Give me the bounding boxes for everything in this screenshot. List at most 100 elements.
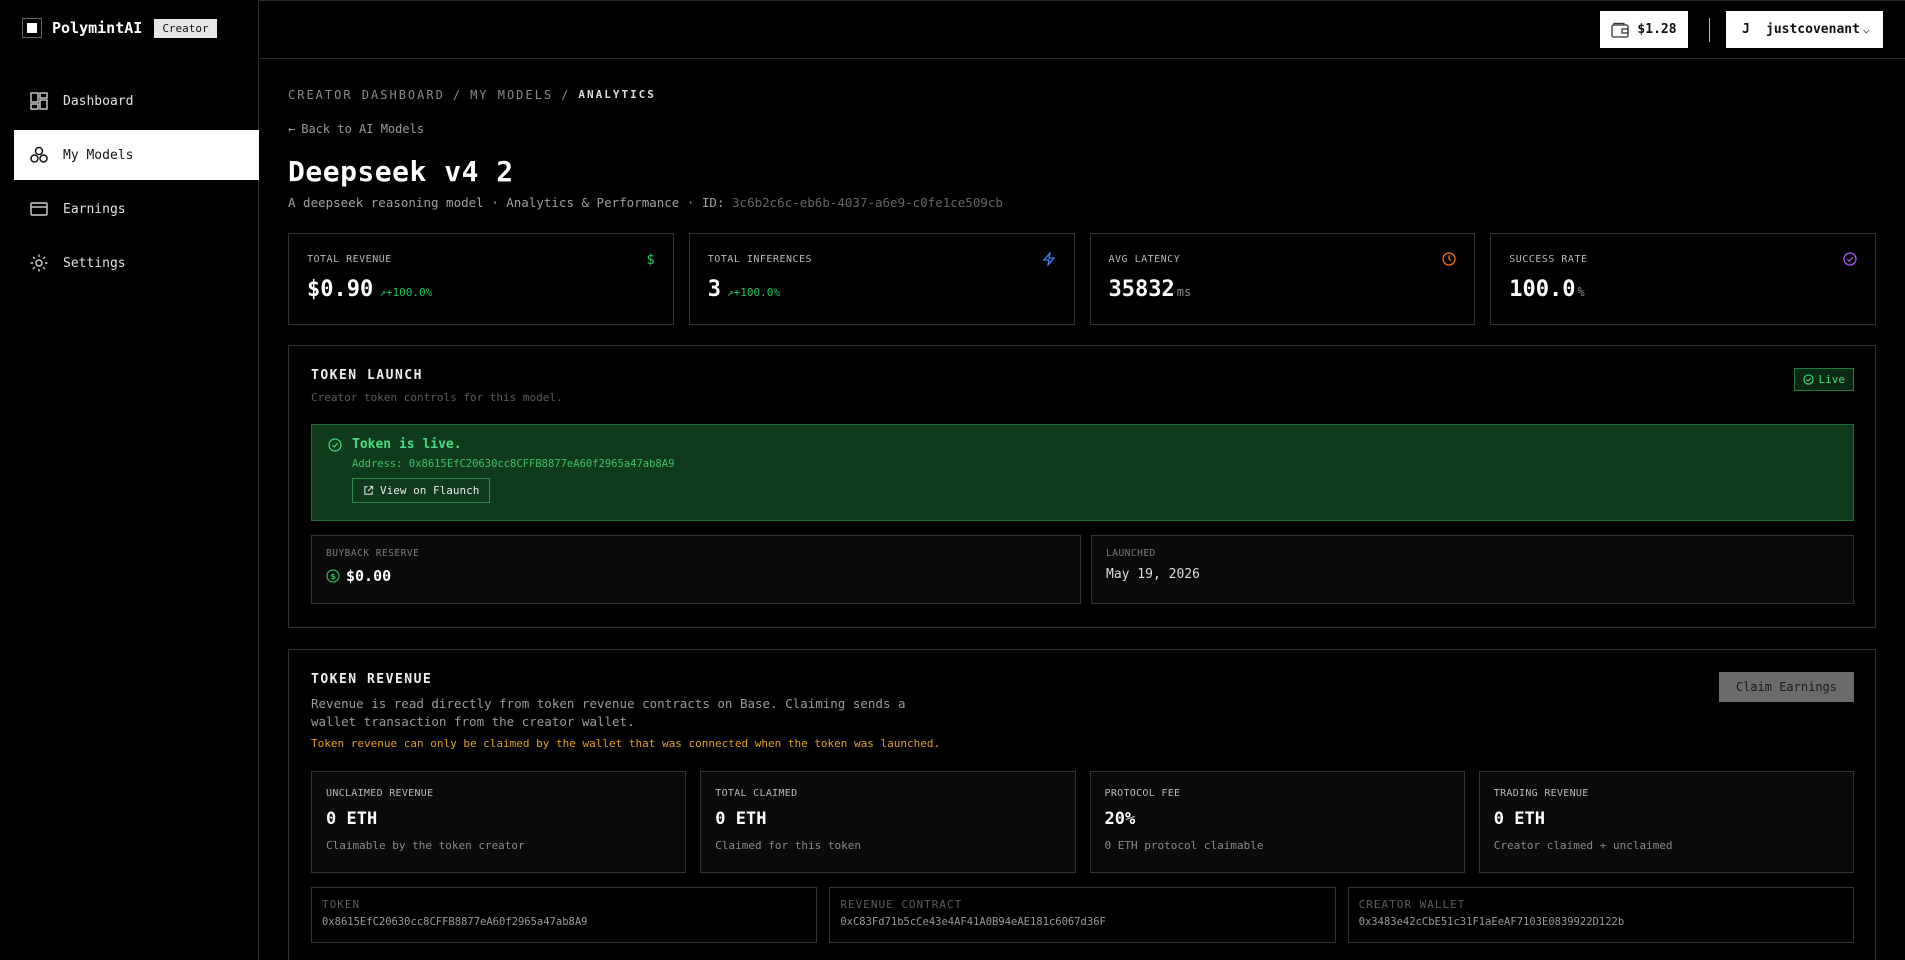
launched-date-card: LAUNCHED May 19, 2026	[1091, 535, 1854, 604]
stat-card-total-revenue: TOTAL REVENUE $ $0.90 ↗+100.0%	[288, 233, 674, 325]
card-note: 0 ETH protocol claimable	[1104, 839, 1264, 852]
card-label: TRADING REVENUE	[1493, 788, 1589, 799]
token-launch-description: Creator token controls for this model.	[311, 391, 563, 404]
card-note: Creator claimed + unclaimed	[1493, 839, 1673, 852]
avatar: J	[1742, 22, 1750, 37]
token-revenue-title: TOKEN REVENUE	[311, 672, 433, 687]
stats-row: TOTAL REVENUE $ $0.90 ↗+100.0% TOTAL INFE…	[288, 233, 1876, 325]
sidebar-item-label: My Models	[63, 147, 134, 163]
token-launch-title: TOKEN LAUNCH	[311, 368, 423, 383]
sidebar-item-dashboard[interactable]: Dashboard	[14, 76, 259, 126]
card-label: TOTAL CLAIMED	[715, 788, 798, 799]
svg-text:$: $	[330, 572, 336, 581]
buyback-reserve-card: BUYBACK RESERVE $ $0.00	[311, 535, 1081, 604]
token-address-card: TOKEN 0x8615EfC20630cc8CFFB8877eA60f2965…	[311, 887, 818, 943]
token-live-heading: Token is live.	[352, 437, 462, 452]
role-badge: Creator	[154, 18, 217, 38]
buyback-reserve-label: BUYBACK RESERVE	[326, 548, 420, 559]
card-label: PROTOCOL FEE	[1104, 788, 1181, 799]
external-link-icon	[364, 485, 374, 495]
status-badge: Live	[1793, 368, 1854, 391]
sidebar-item-settings[interactable]: Settings	[14, 238, 259, 288]
check-circle-icon	[328, 437, 342, 452]
card-note: Claimed for this token	[715, 839, 861, 852]
breadcrumb: CREATOR DASHBOARD / MY MODELS / ANALYTIC…	[288, 88, 656, 102]
address-value[interactable]: 0xC83Fd71b5cCe43e4AF41A0B94eAE181c6067d3…	[840, 916, 1324, 928]
stat-value: 35832	[1108, 277, 1175, 302]
brand-name: PolymintAI	[52, 19, 143, 37]
stat-unit: %	[1577, 285, 1585, 299]
stat-change: ↗+100.0%	[379, 286, 433, 299]
user-menu-button[interactable]: J justcovenant ⌵	[1726, 11, 1883, 48]
breadcrumb-separator: /	[452, 88, 463, 102]
stat-card-total-inferences: TOTAL INFERENCES 3 ↗+100.0%	[688, 233, 1075, 325]
card-icon	[30, 202, 48, 216]
check-circle-icon	[1843, 252, 1857, 270]
buyback-reserve-value: $0.00	[346, 567, 392, 585]
top-bar: $1.28 J justcovenant ⌵	[259, 0, 1905, 59]
username: justcovenant	[1766, 22, 1860, 37]
sidebar-item-earnings[interactable]: Earnings	[14, 184, 259, 234]
wallet-balance-button[interactable]: $1.28	[1600, 11, 1688, 48]
sidebar-item-label: Settings	[63, 255, 126, 271]
address-label: TOKEN	[322, 898, 361, 911]
breadcrumb-creator-dashboard[interactable]: CREATOR DASHBOARD	[288, 88, 445, 102]
sidebar-item-label: Dashboard	[63, 93, 134, 109]
dollar-icon: $	[646, 252, 655, 268]
wallet-balance: $1.28	[1637, 22, 1677, 37]
stat-change: ↗+100.0%	[727, 286, 780, 299]
view-on-flaunch-button[interactable]: View on Flaunch	[352, 478, 491, 503]
token-launch-panel: TOKEN LAUNCH Creator token controls for …	[288, 345, 1876, 628]
dashboard-icon	[30, 92, 48, 110]
token-revenue-description: Revenue is read directly from token reve…	[311, 696, 906, 729]
trading-revenue-card: TRADING REVENUE 0 ETH Creator claimed + …	[1478, 771, 1854, 873]
address-value[interactable]: 0x8615EfC20630cc8CFFB8877eA60f2965a47ab8…	[322, 916, 806, 928]
brand[interactable]: PolymintAI Creator	[22, 18, 217, 38]
stat-card-avg-latency: AVG LATENCY 35832 ms	[1089, 233, 1476, 325]
gear-icon	[30, 254, 48, 272]
page-subtitle: A deepseek reasoning model · Analytics &…	[288, 195, 1003, 210]
breadcrumb-analytics: ANALYTICS	[578, 88, 656, 101]
stat-card-success-rate: SUCCESS RATE 100.0%	[1490, 233, 1876, 325]
card-value: 0 ETH	[715, 809, 767, 829]
card-label: UNCLAIMED REVENUE	[326, 788, 434, 799]
sidebar: PolymintAI Creator Dashboard My Models E…	[0, 0, 259, 960]
card-value: 0 ETH	[326, 809, 378, 829]
stat-label: AVG LATENCY	[1108, 254, 1181, 265]
wallet-icon	[1611, 22, 1630, 38]
total-claimed-card: TOTAL CLAIMED 0 ETH Claimed for this tok…	[700, 771, 1076, 873]
sidebar-nav: Dashboard My Models Earnings Settings	[14, 76, 259, 292]
token-revenue-panel: TOKEN REVENUE Revenue is read directly f…	[288, 649, 1876, 960]
address-value[interactable]: 0x3483e42cCbE51c31F1aEeAF7103E0839922D12…	[1359, 916, 1843, 928]
card-value: 0 ETH	[1493, 809, 1545, 829]
models-icon	[30, 146, 48, 163]
token-live-banner: Token is live. Address: 0x8615EfC20630cc…	[311, 424, 1854, 521]
sidebar-item-my-models[interactable]: My Models	[14, 130, 259, 180]
token-address: Address: 0x8615EfC20630cc8CFFB8877eA60f2…	[352, 458, 675, 470]
unclaimed-revenue-card: UNCLAIMED REVENUE 0 ETH Claimable by the…	[311, 771, 687, 873]
token-revenue-warning: Token revenue can only be claimed by the…	[311, 737, 941, 750]
logo-icon	[22, 18, 42, 38]
chevron-down-icon: ⌵	[1863, 23, 1870, 36]
stat-value: 100.0	[1509, 277, 1576, 302]
stat-value: 3	[707, 277, 721, 302]
stat-label: SUCCESS RATE	[1509, 254, 1588, 265]
divider	[1709, 18, 1710, 42]
address-label: CREATOR WALLET	[1358, 898, 1466, 911]
launched-value: May 19, 2026	[1106, 567, 1200, 582]
stat-unit: ms	[1176, 285, 1192, 299]
card-note: Claimable by the token creator	[326, 839, 525, 852]
revenue-contract-card: REVENUE CONTRACT 0xC83Fd71b5cCe43e4AF41A…	[829, 887, 1336, 943]
revenue-cards: UNCLAIMED REVENUE 0 ETH Claimable by the…	[311, 771, 1854, 873]
check-circle-icon	[1802, 374, 1814, 385]
breadcrumb-my-models[interactable]: MY MODELS	[470, 88, 553, 102]
back-link-label: Back to AI Models	[301, 122, 425, 136]
address-label: REVENUE CONTRACT	[840, 898, 963, 911]
back-link[interactable]: ← Back to AI Models	[288, 122, 424, 136]
subtitle-text: A deepseek reasoning model · Analytics &…	[288, 195, 733, 210]
bolt-icon	[1042, 250, 1056, 270]
breadcrumb-separator: /	[561, 88, 571, 102]
model-id: 3c6b2c6c-eb6b-4037-a6e9-c0fe1ce509cb	[732, 195, 1003, 210]
claim-earnings-button[interactable]: Claim Earnings	[1718, 672, 1854, 702]
stat-label: TOTAL REVENUE	[307, 254, 392, 265]
